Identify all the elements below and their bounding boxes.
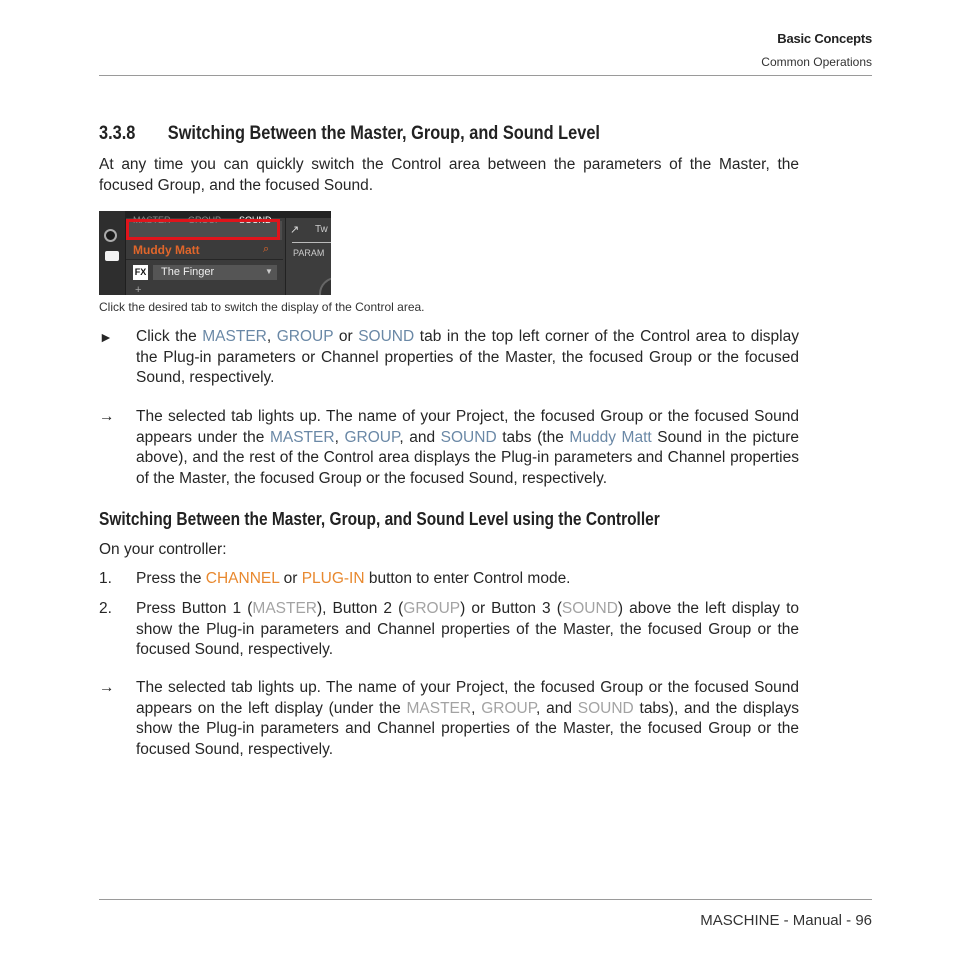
keyword-sound-name: Muddy Matt — [569, 428, 652, 446]
text: ) or Button 3 ( — [460, 600, 562, 617]
result-arrow-icon: → — [99, 679, 115, 696]
sound-name: Muddy Matt — [133, 243, 200, 257]
keyword-sound: SOUND — [561, 600, 618, 617]
plugin-name: The Finger — [161, 266, 215, 278]
text: Press the — [136, 570, 206, 587]
keyword-master: MASTER — [252, 600, 317, 617]
text: or — [279, 570, 302, 587]
tab-highlight-box — [126, 219, 280, 240]
controller-step-1: 1. Press the CHANNEL or PLUG-IN button t… — [99, 569, 799, 590]
keyword-sound: SOUND — [577, 699, 634, 717]
control-area-screenshot: MASTER GROUP SOUND Muddy Matt ⌕ FX The F… — [99, 211, 331, 295]
step-number: 1. — [99, 570, 112, 587]
text: , and — [399, 428, 441, 446]
text: , — [471, 699, 482, 717]
figure-caption: Click the desired tab to switch the disp… — [99, 300, 425, 314]
text: , — [334, 428, 345, 446]
page-footer: MASCHINE - Manual - 96 — [700, 912, 872, 929]
chevron-down-icon[interactable]: ▼ — [265, 267, 273, 276]
keyword-master: MASTER — [406, 699, 472, 717]
section-title: Switching Between the Master, Group, and… — [167, 123, 600, 144]
text: , and — [536, 699, 578, 717]
play-arrow-icon: ► — [99, 329, 113, 345]
keyword-channel: CHANNEL — [205, 570, 280, 587]
result-text: The selected tab lights up. The name of … — [136, 407, 799, 489]
plug-icon — [105, 251, 119, 261]
section-subtitle: Common Operations — [761, 55, 872, 69]
step-text: Press Button 1 (MASTER), Button 2 (GROUP… — [136, 599, 799, 661]
header-divider — [99, 75, 872, 76]
result-arrow-icon: → — [99, 408, 115, 425]
text: Click the — [136, 328, 203, 345]
keyword-sound: SOUND — [358, 328, 415, 345]
knob-icon — [104, 229, 117, 242]
fx-icon: FX — [133, 265, 148, 280]
controller-step-2: 2. Press Button 1 (MASTER), Button 2 (GR… — [99, 599, 799, 661]
expand-arrow-icon[interactable]: ↗ — [290, 223, 299, 236]
section-number: 3.3.8 — [99, 123, 136, 144]
step-text: Press the CHANNEL or PLUG-IN button to e… — [136, 569, 799, 590]
right-panel-divider — [292, 242, 331, 243]
text: button to enter Control mode. — [364, 570, 571, 587]
text: , — [266, 328, 277, 345]
add-icon[interactable]: + — [135, 284, 141, 295]
text: tabs (the — [496, 428, 570, 446]
panel-separator — [126, 259, 283, 260]
instruction-step: ► Click the MASTER, GROUP or SOUND tab i… — [99, 327, 799, 389]
search-icon[interactable]: ⌕ — [263, 243, 269, 256]
instruction-text: Click the MASTER, GROUP or SOUND tab in … — [136, 327, 799, 389]
section-heading: 3.3.8 Switching Between the Master, Group… — [99, 123, 600, 145]
text: ), Button 2 ( — [317, 600, 404, 617]
keyword-master: MASTER — [269, 428, 335, 446]
keyword-group: GROUP — [276, 328, 334, 345]
keyword-group: GROUP — [344, 428, 400, 446]
param-label: PARAM — [293, 248, 325, 258]
controller-lead: On your controller: — [99, 541, 227, 558]
right-panel-label: Tw — [315, 224, 328, 235]
keyword-group: GROUP — [481, 699, 537, 717]
result-step: → The selected tab lights up. The name o… — [99, 407, 799, 489]
chapter-title: Basic Concepts — [777, 31, 872, 46]
text: or — [333, 328, 359, 345]
keyword-master: MASTER — [202, 328, 267, 345]
text: Press Button 1 ( — [136, 600, 253, 617]
intro-paragraph: At any time you can quickly switch the C… — [99, 156, 799, 194]
subsection-heading: Switching Between the Master, Group, and… — [99, 509, 660, 529]
keyword-group: GROUP — [403, 600, 461, 617]
footer-divider — [99, 899, 872, 900]
result-text: The selected tab lights up. The name of … — [136, 678, 799, 760]
controller-result: → The selected tab lights up. The name o… — [99, 678, 799, 760]
keyword-plug-in: PLUG-IN — [301, 570, 365, 587]
keyword-sound: SOUND — [440, 428, 497, 446]
step-number: 2. — [99, 600, 112, 617]
